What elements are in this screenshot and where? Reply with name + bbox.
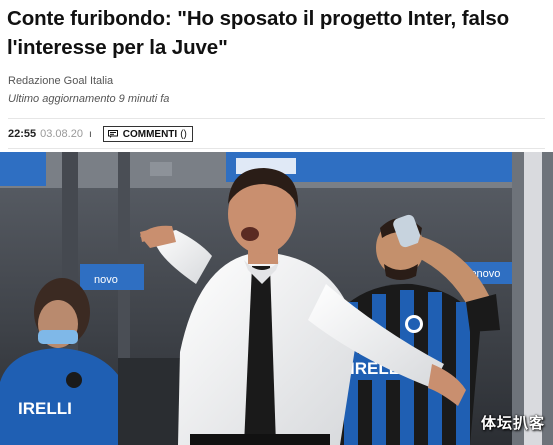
sponsor-text-left: IRELLI: [18, 399, 72, 418]
headline-line-2: l'interesse per la Juve": [7, 36, 228, 59]
author-byline[interactable]: Redazione Goal Italia: [8, 75, 113, 87]
comment-icon: [107, 130, 118, 138]
publish-time: 22:55: [8, 128, 37, 140]
divider-top: [8, 118, 545, 119]
comments-button[interactable]: COMMENTI (): [102, 126, 193, 142]
comments-label: COMMENTI: [122, 128, 178, 140]
headline-line-1: Conte furibondo: "Ho sposato il progetto…: [7, 7, 510, 30]
banner-text-left: novo: [94, 274, 118, 286]
divider-bottom: [8, 148, 545, 149]
meta-separator: ı: [88, 128, 92, 140]
last-updated: Ultimo aggiornamento 9 minuti fa: [8, 93, 170, 105]
article-photo: novo lenovo IRELLI IRELLI 体坛扒客: [0, 152, 553, 445]
photo-illustration: novo lenovo IRELLI IRELLI: [0, 152, 553, 445]
publish-date: 03.08.20: [40, 128, 83, 140]
article-headline: Conte furibondo: "Ho sposato il progetto…: [7, 4, 547, 62]
comments-count: (): [180, 128, 187, 140]
watermark-text: 体坛扒客: [480, 414, 545, 432]
article-meta-row: 22:55 03.08.20 ı COMMENTI (): [8, 126, 193, 142]
